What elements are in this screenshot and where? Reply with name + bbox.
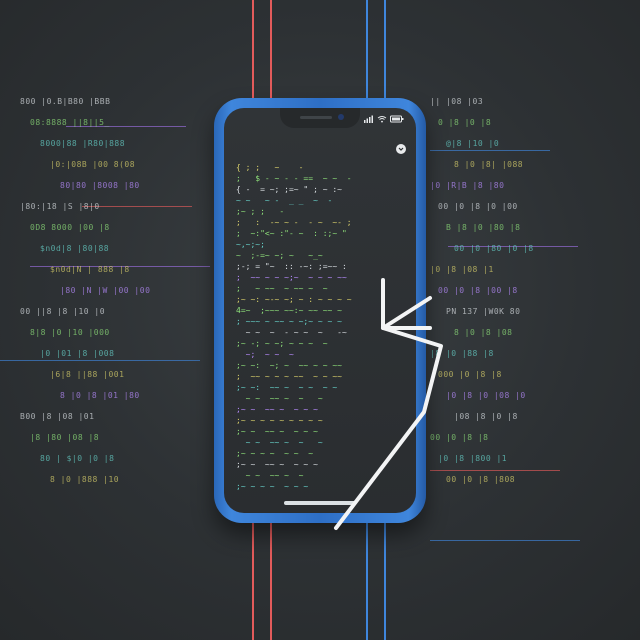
code-editor-text: { ; ; ~ - ; $ - ~ - - == ~ ~ - { - = ~; ;=… — [236, 162, 404, 492]
horizontal-accent-line — [430, 150, 550, 151]
right-code-line: 00 |0 |8 |8 — [430, 433, 489, 442]
code-line: ;~ ~: ~~ ~ ~ ~ ~ ~ — [236, 383, 338, 392]
right-code-line: B |8 |0 |80 |8 — [446, 223, 521, 232]
battery-icon — [390, 115, 404, 123]
phone-notch — [280, 108, 360, 128]
left-code-line: 800 |0.B|B80 |BBB — [20, 97, 111, 106]
status-bar-icons — [364, 115, 404, 123]
camera-icon — [338, 114, 344, 120]
code-line: ~ ~ ~~ ~ ~ ~ — [236, 394, 323, 403]
left-code-line: 80 | $|0 |0 |8 — [40, 454, 115, 463]
horizontal-accent-line — [430, 540, 580, 541]
code-line: ~ ~ ~ - ~ ~ ~ -~ — [236, 328, 347, 337]
code-line: ~ ~ ~~ ~ ~ — [236, 471, 304, 480]
speaker-grill — [300, 116, 332, 119]
left-code-line: |8 |80 |08 |8 — [30, 433, 100, 442]
code-line: { - = ~; ;=~ " ; ~ :~ — [236, 185, 342, 194]
code-line: ;~ ~ ~~ ~ ~ ~ ~ — [236, 427, 318, 436]
code-line: ;~ ~: ~; ~ ~~ ~ ~ ~~ — [236, 361, 342, 370]
left-code-line: |80 |N |W |00 |00 — [60, 286, 151, 295]
right-code-line: |0 |8 |800 |1 — [438, 454, 508, 463]
code-line: ;~ ; ; - — [236, 207, 285, 216]
code-line: ;~ ~ ~~ ~ ~ ~ ~ — [236, 405, 318, 414]
left-code-line: |0 |01 |8 |008 — [40, 349, 115, 358]
right-code-line: 00 |0 |8 |0 |00 — [438, 202, 518, 211]
code-line: ;~ ~ ~ ~ ~ ~ ~ — [236, 449, 314, 458]
code-line: ~ ~ ~ - _ _ ~ - — [236, 196, 333, 205]
code-line: ; : -~ ~ - - ~ ~- ; — [236, 218, 352, 227]
home-indicator[interactable] — [284, 501, 356, 505]
code-line: ; ~~ ~ ~ ~;~ ~ ~ ~ ~~ — [236, 273, 347, 282]
code-line: ; ~:"<~ :"- ~ : :;~ " — [236, 229, 347, 238]
signal-icon — [364, 115, 373, 123]
code-line: ;~ -; ~ ~; ~ ~ ~ ~ — [236, 339, 328, 348]
horizontal-accent-line — [0, 360, 200, 361]
right-code-line: |0 |8 |08 |1 — [430, 265, 494, 274]
code-line: ; ~ ~~ ~ ~~ ~ ~ — [236, 284, 328, 293]
right-code-line: 00 |0 |8 |808 — [446, 475, 516, 484]
code-line: { ; ; ~ - — [236, 163, 304, 172]
left-code-line: 8 |0 |888 |10 — [50, 475, 120, 484]
left-code-line: 80|80 |8008 |80 — [60, 181, 140, 190]
right-code-line: @|8 |10 |0 — [446, 139, 500, 148]
right-code-line: || |08 |03 — [430, 97, 484, 106]
left-code-line: $n0d|N | 888 |8 — [50, 265, 130, 274]
left-code-line: $n0d|8 |80|88 — [40, 244, 110, 253]
left-code-line: 00 ||8 |8 |10 |0 — [20, 307, 106, 316]
horizontal-accent-line — [430, 470, 560, 471]
wifi-icon — [377, 116, 387, 123]
phone-device: { ; ; ~ - ; $ - ~ - - == ~ ~ - { - = ~; ;=… — [214, 98, 426, 523]
left-code-line: |80:|18 |S |8|0 — [20, 202, 100, 211]
phone-screen: { ; ; ~ - ; $ - ~ - - == ~ ~ - { - = ~; ;=… — [224, 108, 416, 513]
code-line: ;~ ~ ~~ ~ ~ ~ ~ — [236, 460, 318, 469]
code-line: ; ~~ ~ ~ ~ ~~ ~ ~ ~~ — [236, 372, 342, 381]
right-code-line: 00 |0 |80 |0 |8 — [454, 244, 534, 253]
left-code-line: 0D8 8000 |00 |8 — [30, 223, 110, 232]
right-code-line: 00 |0 |8 |00 |8 — [438, 286, 518, 295]
background-canvas: 800 |0.B|B80 |BBB 08:8888 ||8||5_ 8000|88 … — [0, 0, 640, 640]
right-code-line: 000 |0 |8 |8 — [438, 370, 502, 379]
code-line: ~ ~ ~~ ~ ~ ~ — [236, 438, 323, 447]
right-code-line: 0 |8 |0 |8 — [438, 118, 492, 127]
right-code-line: PN 137 |W0K 80 — [446, 307, 521, 316]
right-code-line: 8 |0 |8 |08 — [454, 328, 513, 337]
code-line: ;-; = "~ :: -~: ;=~~ : — [236, 262, 347, 271]
left-code-line: 8 |0 |8 |01 |80 — [60, 391, 140, 400]
right-code-line: |0 |8 |0 |08 |0 — [446, 391, 526, 400]
left-code-line: 8|8 |0 |10 |000 — [30, 328, 110, 337]
right-code-line: |0 |R|B |8 |80 — [430, 181, 505, 190]
left-code-line: |6|8 ||88 |001 — [50, 370, 125, 379]
left-code-line: |0:|08B |00 8(08 — [50, 160, 136, 169]
code-line: ;~ ~ ~ ~ ~ ~ ~ ~ ~ — [236, 416, 323, 425]
code-line: ;~ ~: ~-~ ~; ~ : ~ ~ ~ ~ — [236, 295, 352, 304]
right-code-line: |08 |8 |0 |8 — [454, 412, 518, 421]
right-code-line: |8 |0 |88 |8 — [430, 349, 494, 358]
left-code-line: 8000|88 |R80|888 — [40, 139, 126, 148]
code-line: ~,~;~; — [236, 240, 265, 249]
chevron-down-glyph — [398, 147, 404, 151]
code-line: ~ ;-=~ ~; ~ ~_~ — [236, 251, 323, 260]
code-line: ;~ ~ ~ ~ ~ ~ ~ — [236, 482, 309, 491]
code-line: ~; ~ ~ ~ — [236, 350, 294, 359]
left-code-line: 08:8888 ||8||5_ — [30, 118, 110, 127]
chevron-down-icon[interactable] — [396, 144, 406, 154]
left-code-line: B00 |8 |08 |01 — [20, 412, 95, 421]
code-line: ; ~~~ ~ ~~ ~ ~;~ ~ ~ ~ — [236, 317, 342, 326]
right-code-line: 8 |0 |8| |088 — [454, 160, 524, 169]
code-line: ; $ - ~ - - == ~ ~ - — [236, 174, 352, 183]
code-line: 4=~ ;~~~ ~~:~ ~~ ~~ ~ — [236, 306, 342, 315]
